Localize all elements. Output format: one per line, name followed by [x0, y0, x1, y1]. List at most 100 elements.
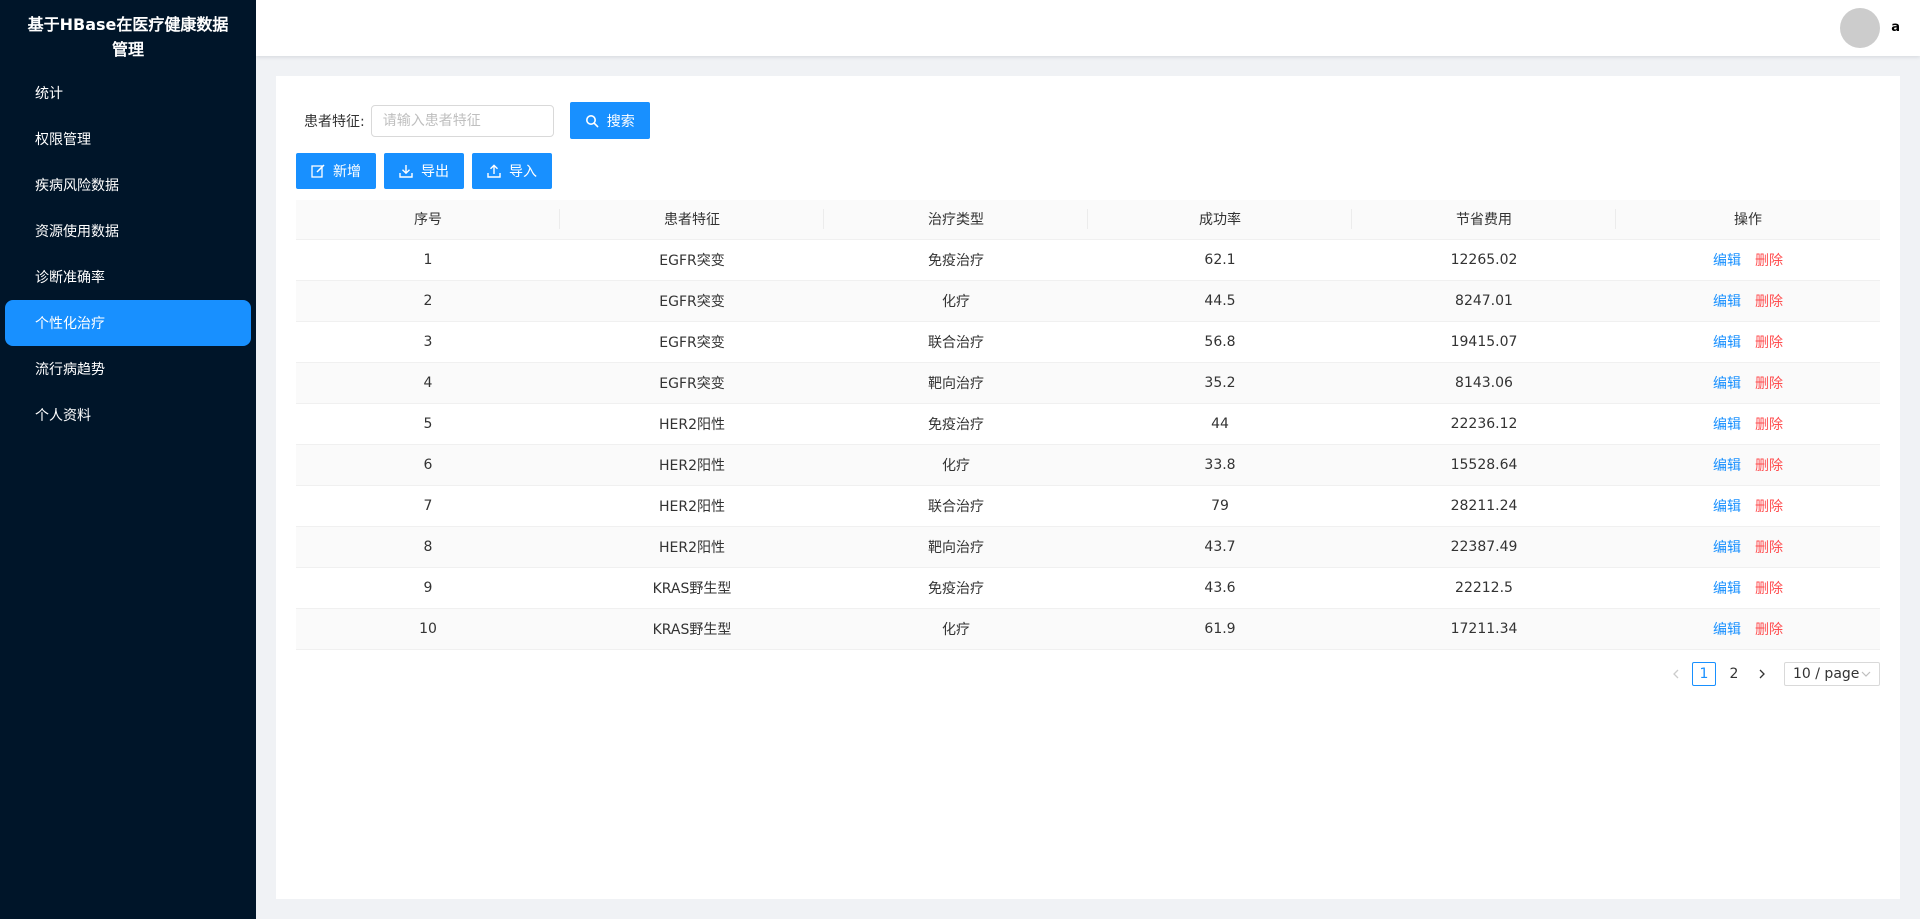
cell-actions: 编辑 删除	[1616, 444, 1880, 486]
cell-treatment-type: 联合治疗	[824, 321, 1088, 363]
export-button[interactable]: 导出	[384, 153, 464, 189]
table-row: 3 EGFR突变 联合治疗 56.8 19415.07 编辑 删除	[296, 321, 1880, 363]
sidebar-item-disease-risk[interactable]: 疾病风险数据	[5, 162, 251, 208]
table-row: 2 EGFR突变 化疗 44.5 8247.01 编辑 删除	[296, 280, 1880, 322]
sidebar: 基于HBase在医疗健康数据管理 统计 权限管理 疾病风险数据 资源使用数据 诊…	[0, 0, 256, 919]
sidebar-item-resource-usage[interactable]: 资源使用数据	[5, 208, 251, 254]
edit-link[interactable]: 编辑	[1713, 622, 1741, 638]
cell-cost-saving: 8247.01	[1352, 280, 1616, 322]
cell-cost-saving: 22212.5	[1352, 567, 1616, 609]
page-size-select[interactable]: 10 / page	[1784, 662, 1880, 686]
cell-index: 9	[296, 567, 560, 609]
import-button[interactable]: 导入	[472, 153, 552, 189]
delete-link[interactable]: 删除	[1755, 540, 1783, 556]
edit-icon	[311, 164, 325, 178]
data-table: 序号 患者特征 治疗类型 成功率 节省费用 操作 1 EGFR突变 免疫治疗 62.1…	[296, 200, 1880, 650]
cell-treatment-type: 靶向治疗	[824, 526, 1088, 568]
table-row: 7 HER2阳性 联合治疗 79 28211.24 编辑 删除	[296, 485, 1880, 527]
delete-link[interactable]: 删除	[1755, 253, 1783, 269]
page-number[interactable]: 2	[1722, 662, 1746, 686]
cell-treatment-type: 免疫治疗	[824, 567, 1088, 609]
table-row: 1 EGFR突变 免疫治疗 62.1 12265.02 编辑 删除	[296, 239, 1880, 281]
cell-cost-saving: 22236.12	[1352, 403, 1616, 445]
sidebar-item-label: 资源使用数据	[35, 224, 119, 240]
sidebar-menu: 统计 权限管理 疾病风险数据 资源使用数据 诊断准确率 个性化治疗 流行病趋势 …	[0, 70, 256, 438]
cell-success-rate: 44.5	[1088, 280, 1352, 322]
cell-treatment-type: 联合治疗	[824, 485, 1088, 527]
cell-actions: 编辑 删除	[1616, 608, 1880, 650]
download-icon	[399, 164, 413, 178]
cell-cost-saving: 19415.07	[1352, 321, 1616, 363]
cell-cost-saving: 28211.24	[1352, 485, 1616, 527]
add-button-label: 新增	[333, 164, 361, 180]
cell-treatment-type: 化疗	[824, 280, 1088, 322]
sidebar-item-label: 个人资料	[35, 408, 91, 424]
next-page-icon[interactable]	[1752, 662, 1772, 686]
table-row: 9 KRAS野生型 免疫治疗 43.6 22212.5 编辑 删除	[296, 567, 1880, 609]
sidebar-item-statistics[interactable]: 统计	[5, 70, 251, 116]
cell-patient-feature: HER2阳性	[560, 485, 824, 527]
cell-actions: 编辑 删除	[1616, 239, 1880, 281]
sidebar-item-permissions[interactable]: 权限管理	[5, 116, 251, 162]
cell-success-rate: 44	[1088, 403, 1352, 445]
edit-link[interactable]: 编辑	[1713, 335, 1741, 351]
edit-link[interactable]: 编辑	[1713, 376, 1741, 392]
username[interactable]: a	[1891, 20, 1900, 35]
edit-link[interactable]: 编辑	[1713, 581, 1741, 597]
edit-link[interactable]: 编辑	[1713, 417, 1741, 433]
cell-success-rate: 56.8	[1088, 321, 1352, 363]
add-button[interactable]: 新增	[296, 153, 376, 189]
column-header-success-rate: 成功率	[1088, 200, 1352, 240]
edit-link[interactable]: 编辑	[1713, 458, 1741, 474]
page-number[interactable]: 1	[1692, 662, 1716, 686]
edit-link[interactable]: 编辑	[1713, 294, 1741, 310]
delete-link[interactable]: 删除	[1755, 294, 1783, 310]
delete-link[interactable]: 删除	[1755, 458, 1783, 474]
edit-link[interactable]: 编辑	[1713, 253, 1741, 269]
delete-link[interactable]: 删除	[1755, 376, 1783, 392]
cell-index: 7	[296, 485, 560, 527]
page-size-value: 10 / page	[1793, 666, 1860, 682]
edit-link[interactable]: 编辑	[1713, 540, 1741, 556]
prev-page-icon[interactable]	[1666, 662, 1686, 686]
table-row: 8 HER2阳性 靶向治疗 43.7 22387.49 编辑 删除	[296, 526, 1880, 568]
delete-link[interactable]: 删除	[1755, 622, 1783, 638]
search-bar: 患者特征: 搜索	[304, 102, 650, 139]
table-row: 10 KRAS野生型 化疗 61.9 17211.34 编辑 删除	[296, 608, 1880, 650]
top-header: a	[256, 0, 1920, 56]
cell-treatment-type: 化疗	[824, 608, 1088, 650]
table-row: 6 HER2阳性 化疗 33.8 15528.64 编辑 删除	[296, 444, 1880, 486]
cell-success-rate: 35.2	[1088, 362, 1352, 404]
delete-link[interactable]: 删除	[1755, 417, 1783, 433]
cell-actions: 编辑 删除	[1616, 280, 1880, 322]
cell-cost-saving: 12265.02	[1352, 239, 1616, 281]
column-header-patient-feature: 患者特征	[560, 200, 824, 240]
search-input[interactable]	[370, 104, 554, 137]
sidebar-item-profile[interactable]: 个人资料	[5, 392, 251, 438]
cell-treatment-type: 化疗	[824, 444, 1088, 486]
cell-patient-feature: EGFR突变	[560, 321, 824, 363]
sidebar-item-personalized-treatment[interactable]: 个性化治疗	[5, 300, 251, 346]
cell-success-rate: 43.7	[1088, 526, 1352, 568]
cell-patient-feature: KRAS野生型	[560, 608, 824, 650]
export-button-label: 导出	[421, 164, 449, 180]
column-header-cost-saving: 节省费用	[1352, 200, 1616, 240]
search-icon	[585, 114, 599, 128]
sidebar-item-label: 诊断准确率	[35, 270, 105, 286]
cell-actions: 编辑 删除	[1616, 403, 1880, 445]
search-button[interactable]: 搜索	[569, 102, 650, 139]
cell-patient-feature: HER2阳性	[560, 526, 824, 568]
delete-link[interactable]: 删除	[1755, 499, 1783, 515]
cell-patient-feature: HER2阳性	[560, 444, 824, 486]
delete-link[interactable]: 删除	[1755, 335, 1783, 351]
cell-index: 1	[296, 239, 560, 281]
column-header-treatment-type: 治疗类型	[824, 200, 1088, 240]
cell-index: 3	[296, 321, 560, 363]
avatar[interactable]	[1840, 8, 1880, 48]
sidebar-item-diagnosis-accuracy[interactable]: 诊断准确率	[5, 254, 251, 300]
delete-link[interactable]: 删除	[1755, 581, 1783, 597]
edit-link[interactable]: 编辑	[1713, 499, 1741, 515]
sidebar-item-epidemic-trend[interactable]: 流行病趋势	[5, 346, 251, 392]
cell-treatment-type: 靶向治疗	[824, 362, 1088, 404]
sidebar-item-label: 个性化治疗	[35, 316, 105, 332]
